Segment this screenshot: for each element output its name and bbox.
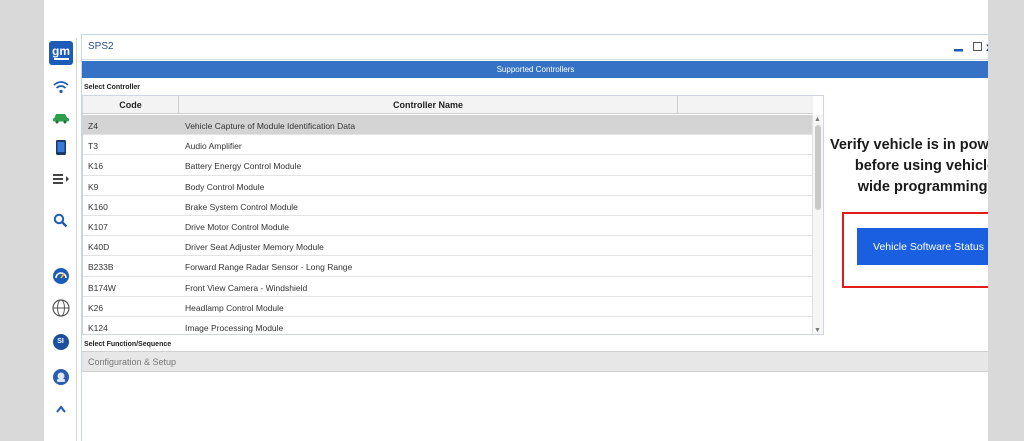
table-row[interactable]: K160 Brake System Control Module — [83, 196, 813, 216]
scrollbar-thumb[interactable] — [815, 125, 821, 210]
table-row[interactable]: K26 Headlamp Control Module — [83, 297, 813, 317]
maximize-button[interactable] — [973, 40, 982, 54]
cell-controller-name: Audio Amplifier — [185, 141, 242, 152]
cell-code: K16 — [88, 161, 104, 172]
power-off-warning: Verify vehicle is in power off mod befor… — [825, 135, 988, 198]
table-row[interactable]: B174W Front View Camera - Windshield — [83, 277, 813, 297]
vehicle-software-status-button[interactable]: Vehicle Software Status — [857, 228, 988, 265]
window-title: SPS2 — [88, 41, 114, 52]
scroll-down-icon[interactable]: ▼ — [814, 327, 821, 334]
warning-line: Verify vehicle is in power off mod — [830, 137, 988, 153]
wifi-icon[interactable] — [50, 76, 71, 97]
cell-controller-name: Vehicle Capture of Module Identification… — [185, 121, 356, 131]
app-frame: gm SI SPS2 Supported Controllers Select … — [44, 0, 988, 441]
cell-controller-name: Front View Camera - Windshield — [185, 282, 308, 293]
cell-code: B233B — [88, 262, 114, 273]
search-icon[interactable] — [50, 210, 71, 231]
globe-icon[interactable] — [50, 297, 71, 318]
sidebar: gm SI — [44, 38, 77, 441]
cell-controller-name: Image Processing Module — [185, 322, 284, 333]
column-header-controller-name[interactable]: Controller Name — [179, 96, 677, 114]
si-icon[interactable]: SI — [50, 331, 71, 352]
column-header-spacer — [677, 96, 813, 114]
cell-controller-name: Battery Energy Control Module — [185, 161, 302, 172]
table-header: Code Controller Name — [83, 96, 813, 114]
supported-controllers-header: Supported Controllers — [82, 61, 988, 78]
table-row[interactable]: B233B Forward Range Radar Sensor - Long R… — [83, 256, 813, 277]
minimize-button[interactable] — [952, 40, 966, 54]
select-function-label: Select Function/Sequence — [84, 341, 172, 348]
gm-logo-text: gm — [52, 44, 70, 58]
cell-code: B174W — [88, 282, 116, 293]
warning-line: wide programming! — [857, 179, 988, 195]
cell-code: T3 — [88, 141, 98, 152]
table-body: Z4 Vehicle Capture of Module Identificati… — [83, 115, 813, 334]
table-row[interactable]: K9 Body Control Module — [83, 176, 813, 196]
controller-table: Code Controller Name Z4 Vehicle Capture o… — [82, 95, 824, 335]
sps2-window: SPS2 x Supported Controllers Select Cont… — [81, 34, 988, 441]
cell-code: K40D — [88, 242, 110, 253]
si-icon-label: SI — [57, 338, 64, 345]
cell-controller-name: Headlamp Control Module — [185, 302, 284, 313]
settings-icon[interactable] — [50, 366, 71, 387]
cell-controller-name: Driver Seat Adjuster Memory Module — [185, 242, 324, 253]
select-controller-label: Select Controller — [84, 84, 141, 91]
gauge-icon[interactable] — [50, 265, 71, 286]
cell-controller-name: Brake System Control Module — [185, 201, 298, 212]
cell-code: K26 — [88, 302, 104, 313]
cell-code: K160 — [88, 201, 108, 212]
title-bar: SPS2 — [82, 35, 988, 60]
cell-controller-name: Body Control Module — [185, 181, 265, 192]
cell-controller-name: Drive Motor Control Module — [185, 221, 289, 232]
scroll-up-icon[interactable]: ▲ — [814, 116, 821, 123]
device-icon[interactable] — [50, 137, 71, 158]
close-button[interactable]: x — [986, 40, 988, 54]
table-row[interactable]: K16 Battery Energy Control Module — [83, 155, 813, 176]
cell-code: K124 — [88, 322, 108, 333]
function-list-item[interactable]: Configuration & Setup — [82, 351, 988, 372]
table-row[interactable]: Z4 Vehicle Capture of Module Identificati… — [83, 115, 813, 136]
chevron-icon[interactable] — [50, 398, 71, 419]
gm-logo-icon[interactable]: gm — [49, 41, 73, 65]
cell-code: K107 — [88, 221, 108, 232]
list-menu-icon[interactable] — [50, 168, 71, 189]
cell-controller-name: Forward Range Radar Sensor - Long Range — [185, 262, 353, 273]
vehicle-icon[interactable] — [50, 106, 71, 127]
function-item-label: Configuration & Setup — [88, 357, 177, 367]
table-row[interactable]: K107 Drive Motor Control Module — [83, 216, 813, 237]
table-scrollbar[interactable]: ▲ ▼ — [812, 115, 823, 334]
cell-code: Z4 — [88, 121, 98, 131]
cell-code: K9 — [88, 181, 99, 192]
table-row[interactable]: K40D Driver Seat Adjuster Memory Module — [83, 236, 813, 257]
highlight-box: Vehicle Software Status — [842, 212, 988, 288]
column-header-code[interactable]: Code — [83, 96, 179, 114]
warning-line: before using vehicle — [854, 158, 988, 174]
table-row[interactable]: K124 Image Processing Module — [83, 317, 813, 334]
table-row[interactable]: T3 Audio Amplifier — [83, 135, 813, 156]
